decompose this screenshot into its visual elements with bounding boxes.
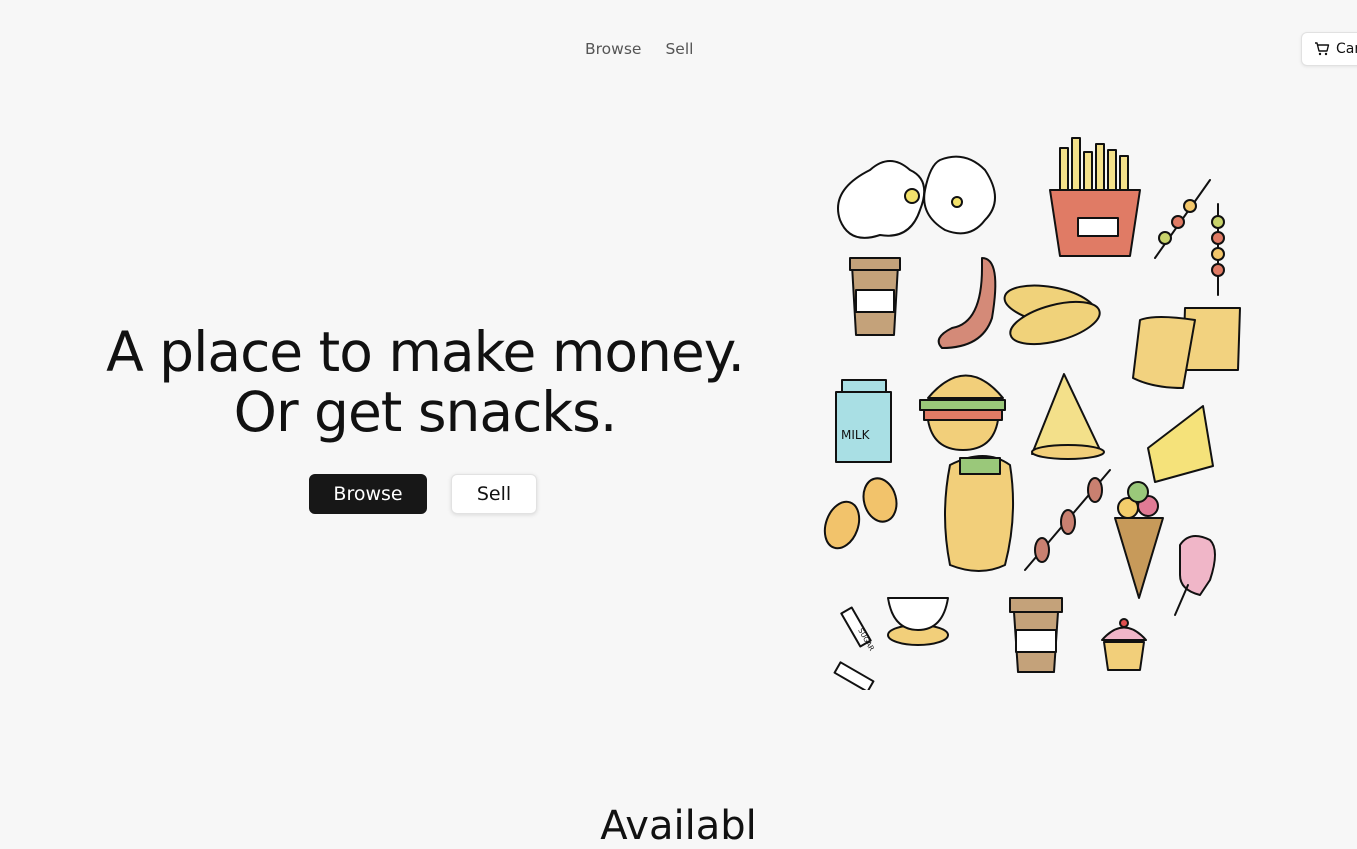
cart-icon: [1315, 42, 1330, 56]
sugar-packet-icon: SUGAR: [833, 606, 876, 690]
milk-label: MILK: [841, 428, 871, 442]
bread-icon: [1003, 284, 1101, 346]
ice-cream-cone-icon: [1114, 481, 1164, 599]
hero-title-line-2: Or get snacks.: [233, 380, 618, 444]
toast-icon: [1132, 307, 1241, 389]
milk-carton-icon: MILK: [835, 379, 892, 463]
cheese-icon: [1147, 405, 1214, 483]
sandwich-wrap-icon: [944, 455, 1015, 572]
hero-sell-button[interactable]: Sell: [451, 474, 537, 514]
snack-illustration: MILK SUGAR: [823, 137, 1241, 690]
nav-link-browse[interactable]: Browse: [585, 40, 641, 58]
kebab-stick-icon: [1024, 469, 1111, 571]
hero-title: A place to make money. Or get snacks.: [60, 322, 790, 442]
nav-link-sell[interactable]: Sell: [665, 40, 693, 58]
pizza-slice-icon: [1031, 373, 1105, 460]
cupcake-icon: [1101, 618, 1147, 671]
hero-browse-button[interactable]: Browse: [309, 474, 427, 514]
fried-eggs-icon: [837, 155, 996, 239]
popsicle-icon: [1174, 535, 1216, 616]
cart-button[interactable]: Car: [1301, 32, 1357, 66]
drumstick-icon: [823, 477, 898, 550]
cart-label: Car: [1336, 41, 1357, 57]
coffee-cup-icon: [849, 257, 901, 336]
sausage-icon: [937, 257, 997, 349]
fries-icon: [1049, 137, 1141, 257]
available-section-heading: Availabl: [600, 803, 757, 849]
burger-icon: [919, 374, 1006, 451]
hero-title-line-1: A place to make money.: [106, 320, 745, 384]
top-nav: Browse Sell: [0, 40, 1357, 62]
teacup-icon: [887, 597, 949, 646]
nav-links: Browse Sell: [585, 40, 693, 58]
skewer-icon: [1154, 179, 1225, 296]
takeaway-coffee-icon: [1009, 597, 1063, 673]
